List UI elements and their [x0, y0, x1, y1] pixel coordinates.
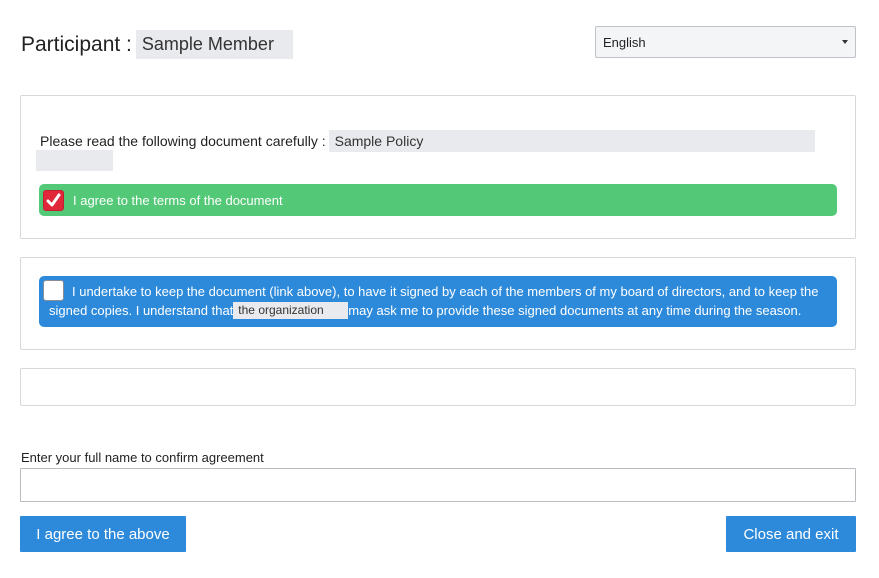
- undertake-text-before: signed copies. I understand that: [49, 303, 234, 318]
- document-link[interactable]: Sample Policy: [328, 130, 815, 152]
- undertake-text-after: may ask me to provide these signed docum…: [348, 303, 802, 318]
- organization-name: the organization: [233, 302, 349, 319]
- chevron-down-icon: [842, 40, 848, 44]
- agree-terms-label: I agree to the terms of the document: [73, 192, 283, 208]
- close-exit-button[interactable]: Close and exit: [726, 516, 856, 552]
- undertake-text-line2: signed copies. I understand that the orga…: [49, 301, 827, 320]
- undertake-checkbox[interactable]: [43, 280, 64, 301]
- document-line: Please read the following document caref…: [40, 130, 815, 152]
- language-select[interactable]: English: [595, 26, 856, 58]
- undertake-panel: I undertake to keep the document (link a…: [20, 257, 856, 350]
- undertake-text-line1: I undertake to keep the document (link a…: [72, 284, 819, 299]
- participant-header: Participant : Sample Member: [21, 30, 293, 59]
- checkmark-icon: [46, 193, 61, 206]
- language-select-value: English: [603, 34, 646, 50]
- waiver-page: Participant : Sample Member English Plea…: [0, 0, 879, 578]
- document-link-continuation[interactable]: [36, 150, 113, 171]
- participant-label: Participant :: [21, 32, 132, 56]
- document-panel: Please read the following document caref…: [20, 95, 856, 239]
- empty-panel: [20, 368, 856, 406]
- participant-name: Sample Member: [135, 30, 293, 59]
- agree-button[interactable]: I agree to the above: [20, 516, 186, 552]
- undertake-checkbox-wrap[interactable]: [43, 280, 73, 301]
- full-name-input[interactable]: [20, 468, 856, 502]
- full-name-label: Enter your full name to confirm agreemen…: [21, 450, 264, 465]
- undertake-row[interactable]: I undertake to keep the document (link a…: [39, 276, 837, 327]
- agree-terms-checkbox[interactable]: [43, 189, 64, 211]
- document-read-label: Please read the following document caref…: [40, 133, 326, 149]
- agree-terms-row[interactable]: I agree to the terms of the document: [39, 184, 837, 216]
